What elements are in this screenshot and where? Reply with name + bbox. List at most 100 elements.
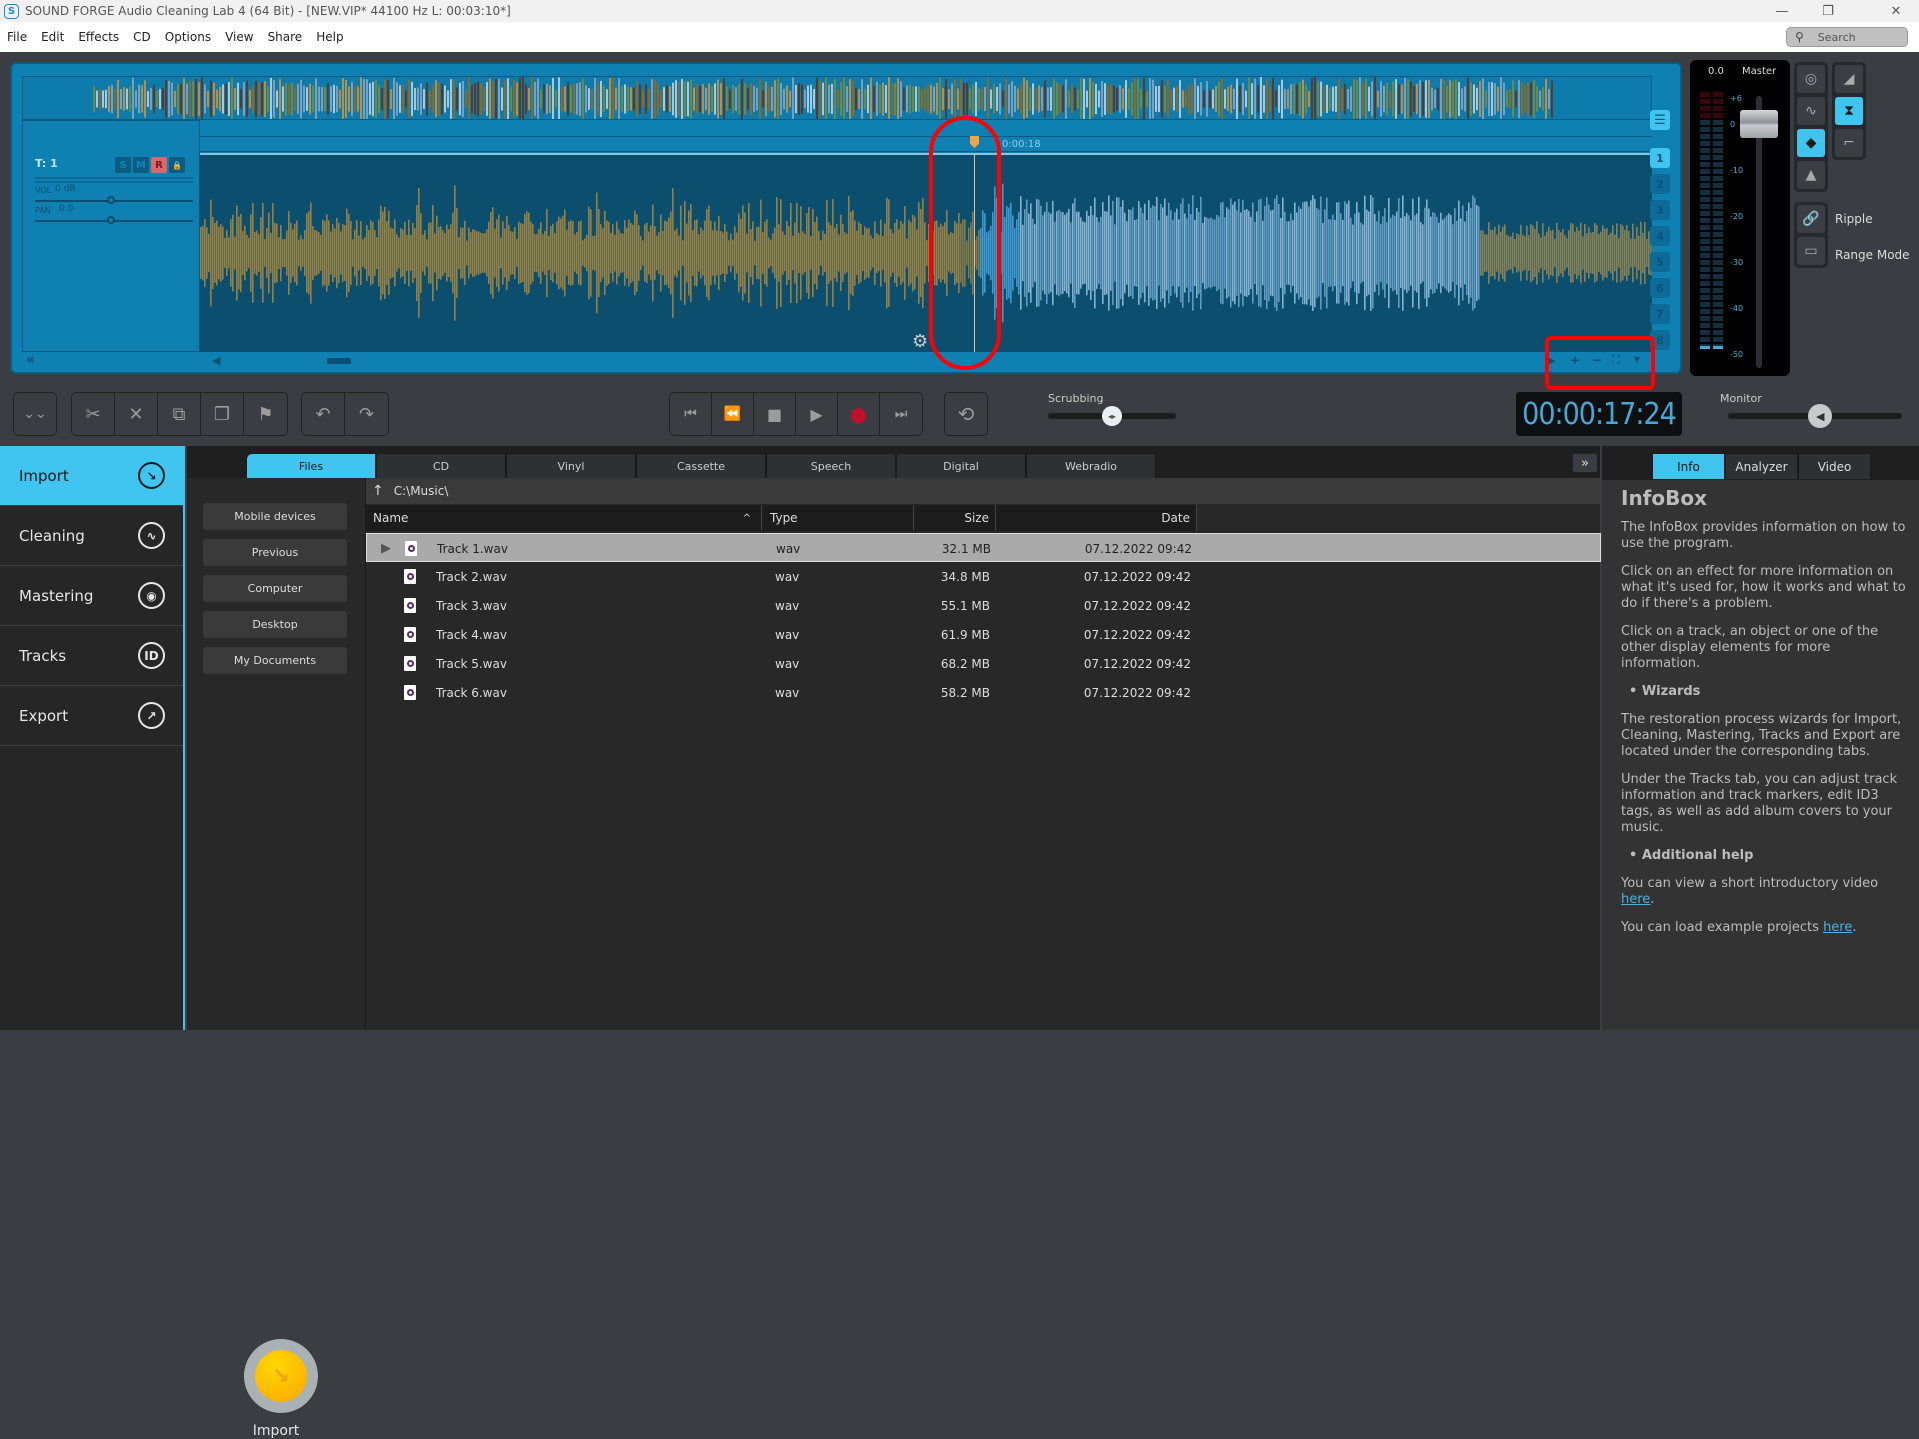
- column-name[interactable]: Name ^: [366, 505, 762, 531]
- place-mobile-devices[interactable]: Mobile devices: [203, 503, 347, 530]
- next-marker-button[interactable]: ⏭: [880, 393, 922, 435]
- collapse-button[interactable]: ⌄⌄: [14, 393, 56, 435]
- ducking-icon[interactable]: ⧗: [1835, 97, 1863, 125]
- zoom-in-button[interactable]: +: [1570, 353, 1580, 367]
- track-number-button[interactable]: 5: [1650, 252, 1670, 272]
- tab-info[interactable]: Info: [1652, 453, 1725, 479]
- column-date[interactable]: Date: [996, 505, 1197, 531]
- vol-slider-handle[interactable]: [107, 196, 115, 204]
- nav-item-import[interactable]: Import ↘: [0, 446, 183, 506]
- menu-options[interactable]: Options: [158, 30, 218, 44]
- place-previous[interactable]: Previous: [203, 539, 347, 566]
- gear-icon[interactable]: ⚙: [912, 331, 928, 352]
- crossfade-icon[interactable]: ⌐: [1835, 129, 1863, 157]
- previous-marker-button[interactable]: ⏪: [712, 393, 754, 435]
- tab-cd[interactable]: CD: [376, 453, 506, 478]
- solo-button[interactable]: S: [115, 157, 131, 173]
- minimize-button[interactable]: —: [1759, 0, 1805, 22]
- track-number-button[interactable]: 7: [1650, 304, 1670, 324]
- tab-vinyl[interactable]: Vinyl: [506, 453, 636, 478]
- import-button[interactable]: ↘: [244, 1339, 318, 1413]
- close-button[interactable]: ✕: [1873, 0, 1919, 22]
- scroll-left-icon[interactable]: «: [26, 352, 35, 368]
- file-row[interactable]: Track 5.wav wav 68.2 MB 07.12.2022 09:42: [366, 649, 1601, 678]
- file-row[interactable]: Track 3.wav wav 55.1 MB 07.12.2022 09:42: [366, 591, 1601, 620]
- file-row[interactable]: Track 6.wav wav 58.2 MB 07.12.2022 09:42: [366, 678, 1601, 707]
- nav-item-mastering[interactable]: Mastering ◉: [0, 566, 183, 626]
- copy-button[interactable]: ⧉: [158, 393, 201, 435]
- track-number-button[interactable]: 6: [1650, 278, 1670, 298]
- play-button[interactable]: ▶: [796, 393, 838, 435]
- pan-slider-handle[interactable]: [107, 216, 115, 224]
- zoom-fit-button[interactable]: ⛶: [1612, 353, 1620, 367]
- place-my-documents[interactable]: My Documents: [203, 647, 347, 674]
- expand-panel-button[interactable]: »: [1572, 453, 1598, 473]
- column-size[interactable]: Size: [914, 505, 996, 531]
- up-folder-icon[interactable]: ↑: [372, 483, 384, 499]
- loop-button[interactable]: ⟲: [945, 393, 987, 435]
- track-list-icon[interactable]: ☰: [1650, 110, 1670, 130]
- tab-analyzer[interactable]: Analyzer: [1725, 453, 1798, 479]
- file-row[interactable]: Track 2.wav wav 34.8 MB 07.12.2022 09:42: [366, 562, 1601, 591]
- horizontal-scrollbar[interactable]: « ◀ ▶ + − ⛶ ▾: [22, 352, 1652, 370]
- go-to-start-button[interactable]: ⏮: [670, 393, 712, 435]
- range-mode-icon[interactable]: ▭: [1797, 237, 1825, 265]
- track-waveform[interactable]: ⚙: [200, 153, 1652, 352]
- example-projects-link[interactable]: here: [1823, 920, 1852, 935]
- file-row[interactable]: ▶ Track 1.wav wav 32.1 MB 07.12.2022 09:42: [366, 533, 1601, 562]
- delete-button[interactable]: ✕: [115, 393, 158, 435]
- track-number-button[interactable]: 1: [1650, 148, 1670, 168]
- nav-item-tracks[interactable]: Tracks ID: [0, 626, 183, 686]
- tab-video[interactable]: Video: [1798, 453, 1871, 479]
- tab-files[interactable]: Files: [246, 453, 376, 478]
- scrubbing-slider-handle[interactable]: ◂▸: [1102, 406, 1122, 426]
- nav-item-cleaning[interactable]: Cleaning ∿: [0, 506, 183, 566]
- place-computer[interactable]: Computer: [203, 575, 347, 602]
- stop-button[interactable]: ■: [754, 393, 796, 435]
- zoom-out-button[interactable]: −: [1592, 353, 1602, 367]
- menu-file[interactable]: File: [0, 30, 34, 44]
- preview-play-icon[interactable]: ▶: [381, 534, 391, 563]
- track-number-button[interactable]: 4: [1650, 226, 1670, 246]
- menu-effects[interactable]: Effects: [71, 30, 126, 44]
- eq-curve-icon[interactable]: ∿: [1797, 97, 1825, 125]
- scroll-thumb[interactable]: [327, 358, 351, 364]
- tab-speech[interactable]: Speech: [766, 453, 896, 478]
- record-arm-button[interactable]: R: [151, 157, 167, 173]
- menu-edit[interactable]: Edit: [34, 30, 71, 44]
- column-type[interactable]: Type: [762, 505, 914, 531]
- tab-cassette[interactable]: Cassette: [636, 453, 766, 478]
- nav-item-export[interactable]: Export ↗: [0, 686, 183, 746]
- mute-button[interactable]: M: [133, 157, 149, 173]
- search-input[interactable]: ⚲ Search: [1786, 27, 1908, 47]
- paste-button[interactable]: ❐: [201, 393, 244, 435]
- record-button[interactable]: ●: [838, 393, 880, 435]
- track-number-button[interactable]: 8: [1650, 330, 1670, 350]
- file-row[interactable]: Track 4.wav wav 61.9 MB 07.12.2022 09:42: [366, 620, 1601, 649]
- menu-help[interactable]: Help: [309, 30, 350, 44]
- stereo-icon[interactable]: ◎: [1797, 65, 1825, 93]
- maximize-button[interactable]: ❐: [1805, 0, 1851, 22]
- overview-waveform[interactable]: [22, 76, 1652, 120]
- time-ruler[interactable]: 0:00:18: [200, 120, 1652, 152]
- scroll-play-icon[interactable]: ▶: [1547, 354, 1555, 367]
- place-desktop[interactable]: Desktop: [203, 611, 347, 638]
- scroll-prev-icon[interactable]: ◀: [212, 354, 220, 367]
- zoom-menu-button[interactable]: ▾: [1634, 352, 1640, 366]
- spectrum-icon[interactable]: ▲: [1797, 161, 1825, 189]
- master-fader-knob[interactable]: [1740, 110, 1778, 138]
- track-number-button[interactable]: 2: [1650, 174, 1670, 194]
- track-number-button[interactable]: 3: [1650, 200, 1670, 220]
- playhead-marker[interactable]: [970, 136, 979, 148]
- ripple-icon[interactable]: 🔗: [1797, 205, 1825, 233]
- marker-button[interactable]: ⚑: [244, 393, 287, 435]
- undo-button[interactable]: ↶: [302, 393, 345, 435]
- cut-button[interactable]: ✂: [72, 393, 115, 435]
- spectral-icon[interactable]: ◆: [1797, 129, 1825, 157]
- tab-digital[interactable]: Digital: [896, 453, 1026, 478]
- video-link[interactable]: here: [1621, 892, 1650, 907]
- monitor-slider-handle[interactable]: ◀: [1808, 404, 1833, 428]
- menu-share[interactable]: Share: [261, 30, 310, 44]
- menu-view[interactable]: View: [218, 30, 260, 44]
- menu-cd[interactable]: CD: [126, 30, 158, 44]
